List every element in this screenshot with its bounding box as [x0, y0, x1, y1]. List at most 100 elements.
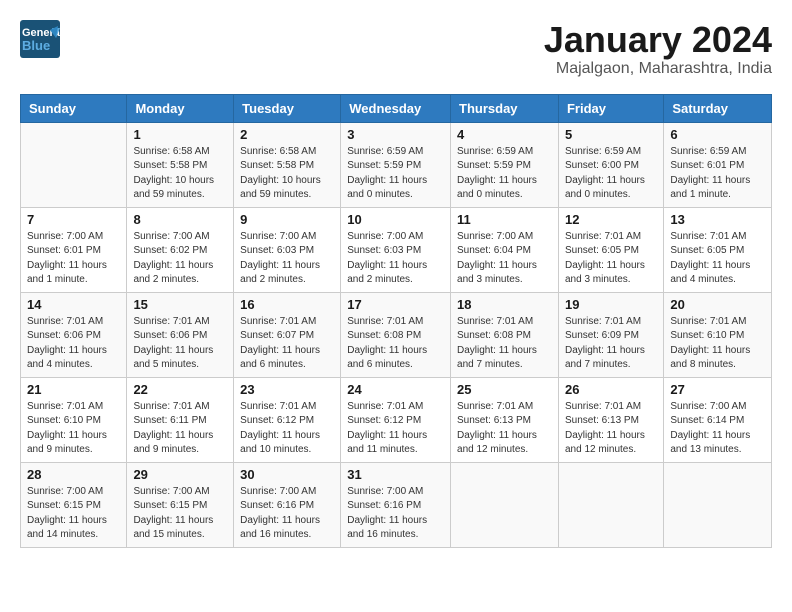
day-info: Sunrise: 7:00 AMSunset: 6:15 PMDaylight:…	[133, 485, 227, 543]
day-number: 13	[670, 212, 765, 227]
calendar-header-tuesday: Tuesday	[234, 94, 341, 122]
day-number: 2	[240, 127, 334, 142]
day-info: Sunrise: 6:59 AMSunset: 6:01 PMDaylight:…	[670, 145, 765, 203]
day-info: Sunrise: 7:00 AMSunset: 6:03 PMDaylight:…	[347, 230, 444, 288]
day-number: 8	[133, 212, 227, 227]
day-info: Sunrise: 7:00 AMSunset: 6:15 PMDaylight:…	[27, 485, 120, 543]
calendar-week-3: 14Sunrise: 7:01 AMSunset: 6:06 PMDayligh…	[21, 292, 772, 377]
day-info: Sunrise: 7:00 AMSunset: 6:16 PMDaylight:…	[347, 485, 444, 543]
day-info: Sunrise: 7:01 AMSunset: 6:11 PMDaylight:…	[133, 400, 227, 458]
calendar-header-wednesday: Wednesday	[341, 94, 451, 122]
calendar-cell: 12 Sunrise: 7:01 AMSunset: 6:05 PMDayligh…	[558, 207, 663, 292]
svg-text:Blue: Blue	[22, 38, 50, 53]
day-info: Sunrise: 7:01 AMSunset: 6:12 PMDaylight:…	[347, 400, 444, 458]
day-number: 6	[670, 127, 765, 142]
day-number: 15	[133, 297, 227, 312]
day-number: 10	[347, 212, 444, 227]
calendar-cell: 7 Sunrise: 7:00 AMSunset: 6:01 PMDaylight…	[21, 207, 127, 292]
calendar-cell: 1Sunrise: 6:58 AMSunset: 5:58 PMDaylight…	[127, 122, 234, 207]
day-number: 30	[240, 467, 334, 482]
calendar-cell: 21 Sunrise: 7:01 AMSunset: 6:10 PMDayligh…	[21, 377, 127, 462]
day-number: 21	[27, 382, 120, 397]
day-info: Sunrise: 7:00 AMSunset: 6:03 PMDaylight:…	[240, 230, 334, 288]
day-number: 19	[565, 297, 657, 312]
day-info: Sunrise: 7:01 AMSunset: 6:13 PMDaylight:…	[457, 400, 552, 458]
day-info: Sunrise: 7:01 AMSunset: 6:09 PMDaylight:…	[565, 315, 657, 373]
calendar-header-row: SundayMondayTuesdayWednesdayThursdayFrid…	[21, 94, 772, 122]
page-header: General Blue January 2024 Majalgaon, Mah…	[20, 20, 772, 78]
calendar-cell: 31 Sunrise: 7:00 AMSunset: 6:16 PMDayligh…	[341, 462, 451, 547]
calendar-cell: 28 Sunrise: 7:00 AMSunset: 6:15 PMDayligh…	[21, 462, 127, 547]
calendar-header-saturday: Saturday	[664, 94, 772, 122]
logo: General Blue	[20, 20, 60, 58]
calendar-cell: 16 Sunrise: 7:01 AMSunset: 6:07 PMDayligh…	[234, 292, 341, 377]
calendar-cell: 27 Sunrise: 7:00 AMSunset: 6:14 PMDayligh…	[664, 377, 772, 462]
day-info: Sunrise: 7:01 AMSunset: 6:08 PMDaylight:…	[457, 315, 552, 373]
day-number: 9	[240, 212, 334, 227]
calendar-cell: 30 Sunrise: 7:00 AMSunset: 6:16 PMDayligh…	[234, 462, 341, 547]
calendar-cell	[21, 122, 127, 207]
day-info: Sunrise: 7:01 AMSunset: 6:10 PMDaylight:…	[27, 400, 120, 458]
day-number: 24	[347, 382, 444, 397]
day-number: 23	[240, 382, 334, 397]
day-info: Sunrise: 7:01 AMSunset: 6:08 PMDaylight:…	[347, 315, 444, 373]
calendar-cell: 3 Sunrise: 6:59 AMSunset: 5:59 PMDaylight…	[341, 122, 451, 207]
calendar-cell: 25 Sunrise: 7:01 AMSunset: 6:13 PMDayligh…	[451, 377, 559, 462]
day-number: 12	[565, 212, 657, 227]
calendar-cell: 26 Sunrise: 7:01 AMSunset: 6:13 PMDayligh…	[558, 377, 663, 462]
day-info: Sunrise: 7:01 AMSunset: 6:05 PMDaylight:…	[670, 230, 765, 288]
calendar-week-2: 7 Sunrise: 7:00 AMSunset: 6:01 PMDaylight…	[21, 207, 772, 292]
day-info: Sunrise: 7:00 AMSunset: 6:14 PMDaylight:…	[670, 400, 765, 458]
day-info: Sunrise: 7:01 AMSunset: 6:06 PMDaylight:…	[27, 315, 120, 373]
calendar-cell: 8 Sunrise: 7:00 AMSunset: 6:02 PMDaylight…	[127, 207, 234, 292]
day-number: 26	[565, 382, 657, 397]
calendar-cell: 29Sunrise: 7:00 AMSunset: 6:15 PMDayligh…	[127, 462, 234, 547]
day-info: Sunrise: 7:01 AMSunset: 6:12 PMDaylight:…	[240, 400, 334, 458]
calendar-cell: 2Sunrise: 6:58 AMSunset: 5:58 PMDaylight…	[234, 122, 341, 207]
calendar-cell: 11Sunrise: 7:00 AMSunset: 6:04 PMDayligh…	[451, 207, 559, 292]
day-info: Sunrise: 7:00 AMSunset: 6:16 PMDaylight:…	[240, 485, 334, 543]
calendar-cell: 17 Sunrise: 7:01 AMSunset: 6:08 PMDayligh…	[341, 292, 451, 377]
day-number: 27	[670, 382, 765, 397]
calendar-cell	[664, 462, 772, 547]
day-number: 25	[457, 382, 552, 397]
day-number: 18	[457, 297, 552, 312]
calendar-week-1: 1Sunrise: 6:58 AMSunset: 5:58 PMDaylight…	[21, 122, 772, 207]
calendar-body: 1Sunrise: 6:58 AMSunset: 5:58 PMDaylight…	[21, 122, 772, 547]
day-number: 3	[347, 127, 444, 142]
day-info: Sunrise: 7:01 AMSunset: 6:10 PMDaylight:…	[670, 315, 765, 373]
calendar-cell: 9 Sunrise: 7:00 AMSunset: 6:03 PMDaylight…	[234, 207, 341, 292]
logo-icon: General Blue	[20, 20, 60, 58]
day-number: 17	[347, 297, 444, 312]
day-info: Sunrise: 7:00 AMSunset: 6:01 PMDaylight:…	[27, 230, 120, 288]
calendar-cell: 20 Sunrise: 7:01 AMSunset: 6:10 PMDayligh…	[664, 292, 772, 377]
day-number: 7	[27, 212, 120, 227]
day-number: 28	[27, 467, 120, 482]
location: Majalgaon, Maharashtra, India	[544, 60, 772, 78]
day-info: Sunrise: 6:59 AMSunset: 5:59 PMDaylight:…	[347, 145, 444, 203]
day-info: Sunrise: 7:01 AMSunset: 6:06 PMDaylight:…	[133, 315, 227, 373]
day-info: Sunrise: 6:59 AMSunset: 6:00 PMDaylight:…	[565, 145, 657, 203]
calendar-week-5: 28 Sunrise: 7:00 AMSunset: 6:15 PMDayligh…	[21, 462, 772, 547]
calendar-cell: 10 Sunrise: 7:00 AMSunset: 6:03 PMDayligh…	[341, 207, 451, 292]
calendar-cell: 19 Sunrise: 7:01 AMSunset: 6:09 PMDayligh…	[558, 292, 663, 377]
calendar-cell	[451, 462, 559, 547]
day-number: 11	[457, 212, 552, 227]
day-info: Sunrise: 7:01 AMSunset: 6:13 PMDaylight:…	[565, 400, 657, 458]
day-number: 31	[347, 467, 444, 482]
calendar-cell: 14Sunrise: 7:01 AMSunset: 6:06 PMDayligh…	[21, 292, 127, 377]
calendar-header-sunday: Sunday	[21, 94, 127, 122]
calendar-cell: 23 Sunrise: 7:01 AMSunset: 6:12 PMDayligh…	[234, 377, 341, 462]
day-info: Sunrise: 7:01 AMSunset: 6:05 PMDaylight:…	[565, 230, 657, 288]
day-number: 16	[240, 297, 334, 312]
title-block: January 2024 Majalgaon, Maharashtra, Ind…	[544, 20, 772, 78]
calendar-cell: 22Sunrise: 7:01 AMSunset: 6:11 PMDayligh…	[127, 377, 234, 462]
calendar-table: SundayMondayTuesdayWednesdayThursdayFrid…	[20, 94, 772, 548]
calendar-cell: 15 Sunrise: 7:01 AMSunset: 6:06 PMDayligh…	[127, 292, 234, 377]
day-number: 20	[670, 297, 765, 312]
calendar-cell	[558, 462, 663, 547]
calendar-week-4: 21 Sunrise: 7:01 AMSunset: 6:10 PMDayligh…	[21, 377, 772, 462]
calendar-cell: 4Sunrise: 6:59 AMSunset: 5:59 PMDaylight…	[451, 122, 559, 207]
day-info: Sunrise: 7:01 AMSunset: 6:07 PMDaylight:…	[240, 315, 334, 373]
day-info: Sunrise: 7:00 AMSunset: 6:02 PMDaylight:…	[133, 230, 227, 288]
